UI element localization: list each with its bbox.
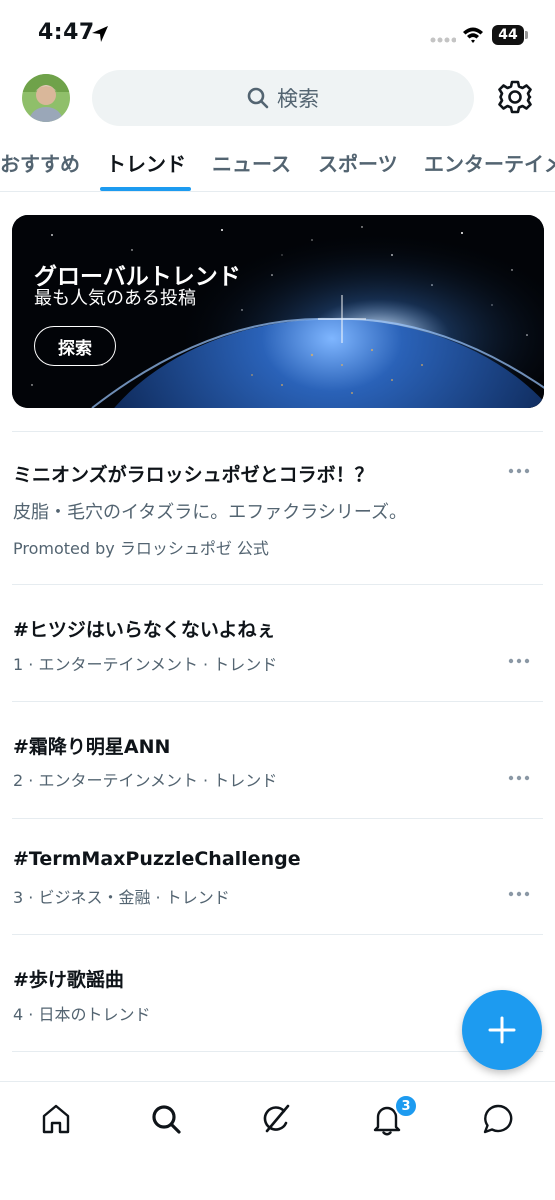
gear-icon[interactable] — [496, 78, 534, 116]
trend-title: #ヒツジはいらなくないよねぇ — [13, 619, 276, 641]
promoted-description: 皮脂・毛穴のイタズラに。エファクラシリーズ。 — [13, 502, 408, 523]
wifi-icon — [463, 27, 483, 43]
more-icon[interactable] — [508, 467, 530, 475]
trend-meta: 2 · エンターテインメント · トレンド — [13, 771, 278, 790]
search-icon — [247, 87, 269, 109]
compose-button[interactable] — [462, 990, 542, 1070]
grok-icon[interactable] — [259, 1102, 293, 1136]
earth-image — [12, 215, 544, 408]
battery-icon: 44 — [492, 25, 528, 45]
search-icon[interactable] — [149, 1102, 183, 1136]
promoted-title: ミニオンズがラロッシュポゼとコラボ！？ — [13, 464, 374, 486]
messages-icon[interactable] — [481, 1102, 515, 1136]
more-icon[interactable] — [508, 657, 530, 665]
location-arrow-icon — [92, 26, 108, 42]
divider — [12, 701, 543, 702]
notification-badge: 3 — [394, 1094, 418, 1118]
trend-meta: 4 · 日本のトレンド — [13, 1005, 151, 1024]
banner-subtitle: 最も人気のある投稿 — [34, 288, 196, 309]
promoted-label: Promoted by ラロッシュポゼ 公式 — [13, 539, 269, 558]
status-time: 4:47 — [38, 20, 95, 45]
battery-level: 44 — [492, 25, 524, 45]
tab-indicator — [100, 187, 191, 191]
tab-sports[interactable]: スポーツ — [318, 148, 398, 177]
trend-title: #霜降り明星ANN — [13, 736, 171, 758]
tab-recommended[interactable]: おすすめ — [0, 148, 80, 177]
more-icon[interactable] — [508, 774, 530, 782]
divider — [12, 1051, 543, 1052]
explore-button[interactable]: 探索 — [34, 326, 116, 366]
tab-trends[interactable]: トレンド — [106, 148, 186, 177]
trend-meta: 3 · ビジネス・金融 · トレンド — [13, 888, 230, 907]
plus-icon — [488, 1016, 516, 1044]
cellular-signal-icon — [430, 37, 456, 43]
search-input[interactable]: 検索 — [92, 70, 474, 126]
tab-news[interactable]: ニュース — [212, 148, 291, 177]
trend-title: #TermMaxPuzzleChallenge — [13, 848, 301, 870]
avatar[interactable] — [22, 74, 70, 122]
more-icon[interactable] — [508, 890, 530, 898]
divider — [12, 431, 543, 432]
global-trends-banner[interactable]: グローバルトレンド 最も人気のある投稿 探索 — [12, 215, 544, 408]
home-icon[interactable] — [39, 1102, 73, 1136]
tab-bar: おすすめ トレンド ニュース スポーツ エンターテイメ — [0, 130, 555, 192]
divider — [12, 584, 543, 585]
search-placeholder: 検索 — [277, 87, 319, 111]
bottom-nav: 3 — [0, 1081, 555, 1200]
divider — [12, 934, 543, 935]
tab-entertainment[interactable]: エンターテイメ — [424, 148, 555, 177]
trend-meta: 1 · エンターテインメント · トレンド — [13, 655, 278, 674]
status-bar: 4:47 44 — [0, 0, 555, 66]
trend-title: #歩け歌謡曲 — [13, 969, 124, 991]
divider — [12, 818, 543, 819]
